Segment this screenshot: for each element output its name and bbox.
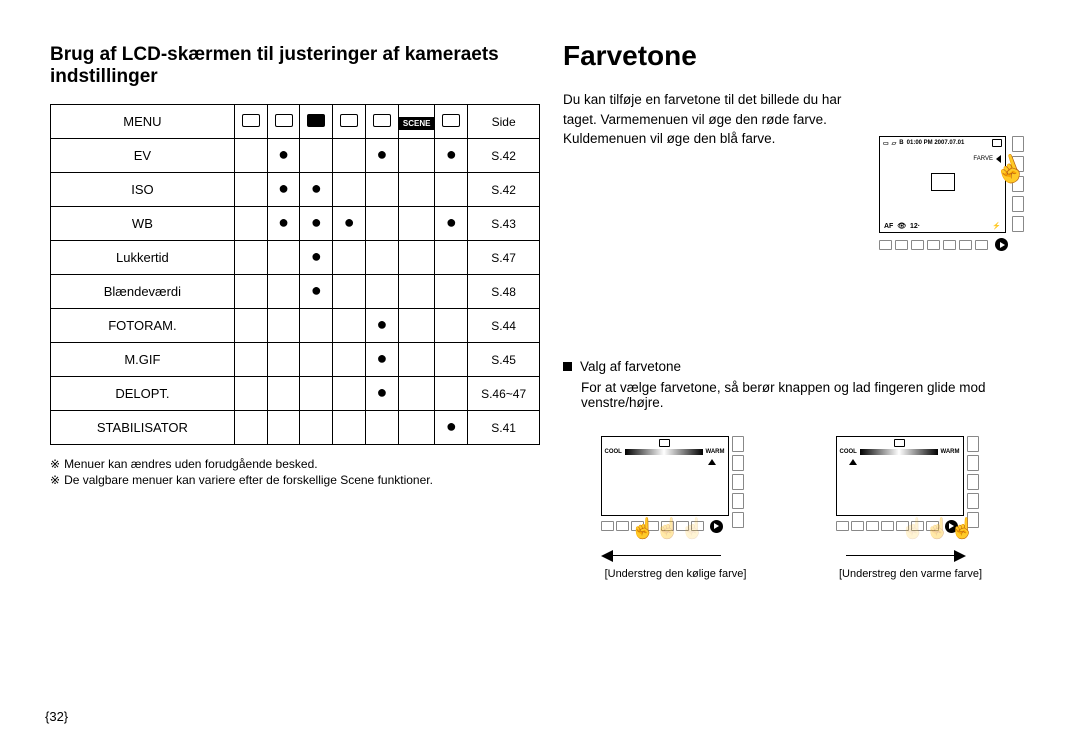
- table-row: Lukkertid●S.47: [51, 241, 540, 275]
- menu-label: DELOPT.: [51, 377, 235, 411]
- menu-label: EV: [51, 139, 235, 173]
- play-icon: [995, 238, 1008, 251]
- page-ref: S.48: [468, 275, 540, 309]
- menu-label: WB: [51, 207, 235, 241]
- lcd-illustration: ▭ ▱ B 01:00 PM 2007.07.01 FARVE AF 👁 12·…: [879, 136, 1008, 251]
- caption-cool: [Understreg den kølige farve]: [601, 568, 751, 580]
- menu-label: Lukkertid: [51, 241, 235, 275]
- note-1: ※Menuer kan ændres uden forudgående besk…: [50, 457, 535, 471]
- scene-icon: SCENE: [399, 117, 435, 130]
- mini-cool: COOL WARM ☝☝☝ [Understreg den kølige far…: [601, 436, 776, 533]
- table-row: Blændeværdi●S.48: [51, 275, 540, 309]
- table-row: ISO●●S.42: [51, 173, 540, 207]
- asr-icon: [340, 114, 358, 127]
- hand-icon: ☝: [655, 516, 680, 541]
- camera-icon: [894, 439, 905, 447]
- left-page: Brug af LCD-skærmen til justeringer af k…: [50, 44, 535, 533]
- head-side: Side: [468, 105, 540, 139]
- battery-icon: ▭: [883, 140, 889, 147]
- flash-icon: ⚡: [992, 222, 1001, 230]
- page-ref: S.43: [468, 207, 540, 241]
- table-row: EV●●●S.42: [51, 139, 540, 173]
- table-row: WB●●●●S.43: [51, 207, 540, 241]
- intro-text: Du kan tilføje en farvetone til det bill…: [563, 90, 863, 149]
- mini-warm: COOL WARM ☝☝☝ [Understreg den varme farv…: [836, 436, 1011, 533]
- table-row: STABILISATOR●S.41: [51, 411, 540, 445]
- movie-icon: [442, 114, 460, 127]
- page-ref: S.41: [468, 411, 540, 445]
- note-2: ※De valgbare menuer kan variere efter de…: [50, 473, 535, 487]
- table-row: FOTORAM.●S.44: [51, 309, 540, 343]
- arrow-right-icon: [954, 550, 966, 562]
- manual-icon: [307, 114, 325, 127]
- effect-icon: [373, 114, 391, 127]
- menu-label: STABILISATOR: [51, 411, 235, 445]
- arrow-left-icon: [601, 550, 613, 562]
- table-head-row: MENU SCENE Side: [51, 105, 540, 139]
- camera-icon: [659, 439, 670, 447]
- program-icon: [275, 114, 293, 127]
- right-page: Farvetone Du kan tilføje en farvetone ti…: [563, 44, 1048, 533]
- page-ref: S.42: [468, 173, 540, 207]
- hand-icon: ☝: [631, 516, 656, 541]
- notes-block: ※Menuer kan ændres uden forudgående besk…: [50, 457, 535, 487]
- hand-icon: ☝: [901, 516, 926, 541]
- menu-label: Blændeværdi: [51, 275, 235, 309]
- menu-label: FOTORAM.: [51, 309, 235, 343]
- page-ref: S.47: [468, 241, 540, 275]
- page-ref: S.44: [468, 309, 540, 343]
- hand-icon: ☝: [925, 516, 950, 541]
- left-heading: Brug af LCD-skærmen til justeringer af k…: [50, 44, 535, 88]
- camera-icon: [242, 114, 260, 127]
- page-ref: S.45: [468, 343, 540, 377]
- camera-icon: [992, 139, 1002, 147]
- table-row: M.GIF●S.45: [51, 343, 540, 377]
- right-heading: Farvetone: [563, 40, 1048, 72]
- card-icon: ▱: [892, 140, 897, 147]
- page-ref: S.46~47: [468, 377, 540, 411]
- bottom-buttons: [879, 238, 1008, 251]
- play-icon: [710, 520, 723, 533]
- page-number: {32}: [45, 709, 68, 724]
- menu-table: MENU SCENE Side EV●●●S.42ISO●●S.42WB●●●●…: [50, 104, 540, 445]
- menu-label: M.GIF: [51, 343, 235, 377]
- head-menu: MENU: [51, 105, 235, 139]
- valg-heading: Valg af farvetone: [563, 359, 1048, 374]
- table-row: DELOPT.●S.46~47: [51, 377, 540, 411]
- caption-warm: [Understreg den varme farve]: [836, 568, 986, 580]
- focus-box: [931, 173, 955, 191]
- hand-icon: ☝: [680, 516, 705, 541]
- valg-text: For at vælge farvetone, så berør knappen…: [581, 380, 1048, 410]
- page-ref: S.42: [468, 139, 540, 173]
- menu-label: ISO: [51, 173, 235, 207]
- hand-icon: ☝: [950, 516, 975, 541]
